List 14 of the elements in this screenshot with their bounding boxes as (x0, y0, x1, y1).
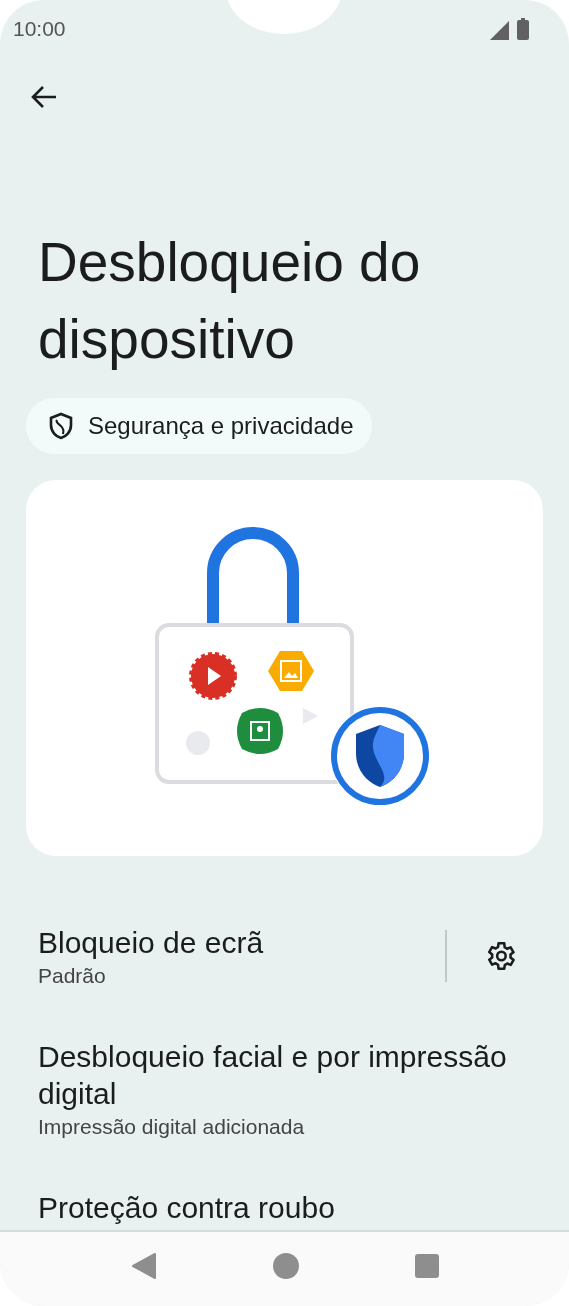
page-title: Desbloqueio do dispositivo (38, 230, 422, 372)
setting-summary: Impressão digital adicionada (38, 1115, 306, 1139)
status-time: 10:00 (13, 17, 66, 41)
shield-icon (48, 412, 74, 440)
setting-title: Desbloqueio facial e por impressão digital (38, 1039, 508, 1112)
setting-summary: Padrão (38, 964, 107, 988)
recents-icon[interactable] (414, 1254, 439, 1278)
home-icon[interactable] (271, 1252, 300, 1280)
back-icon[interactable] (130, 1252, 157, 1280)
breadcrumb-chip[interactable]: Segurança e privacidade (26, 398, 372, 454)
setting-title: Proteção contra roubo (38, 1190, 336, 1226)
setting-title: Bloqueio de ecrã (38, 925, 265, 961)
signal-icon (490, 20, 510, 40)
battery-icon (517, 18, 529, 40)
